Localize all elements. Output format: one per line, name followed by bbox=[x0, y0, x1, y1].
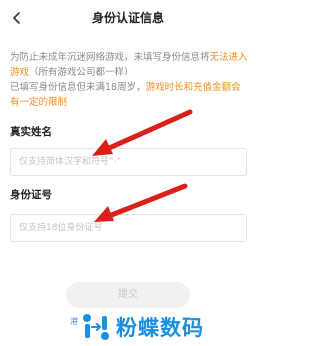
id-number-input[interactable] bbox=[10, 214, 247, 242]
real-name-input[interactable] bbox=[10, 148, 247, 176]
header-bar: 身份认证信息 bbox=[0, 0, 256, 36]
watermark-text: 粉蝶数码 bbox=[116, 316, 204, 340]
name-label: 真实姓名 bbox=[10, 126, 52, 138]
page-title: 身份认证信息 bbox=[91, 11, 164, 25]
notice-line1-prefix: 为防止未成年沉迷网络游戏，未填写身份信息将 bbox=[10, 52, 210, 63]
notice-line2-prefix: 已填写身份信息但未满18周岁， bbox=[10, 82, 146, 93]
footer-link[interactable]: 港 bbox=[70, 316, 78, 327]
butterfly-logo-icon bbox=[83, 314, 109, 340]
watermark: 粉蝶数码 bbox=[78, 308, 256, 346]
notice-line1-suffix: （所有游戏公司都一样） bbox=[29, 67, 134, 78]
id-number-label: 身份证号 bbox=[10, 189, 52, 201]
notice-text: 为防止未成年沉迷网络游戏，未填写身份信息将无法进入游戏（所有游戏公司都一样） 已… bbox=[10, 50, 250, 110]
submit-button[interactable]: 提交 bbox=[66, 282, 190, 308]
